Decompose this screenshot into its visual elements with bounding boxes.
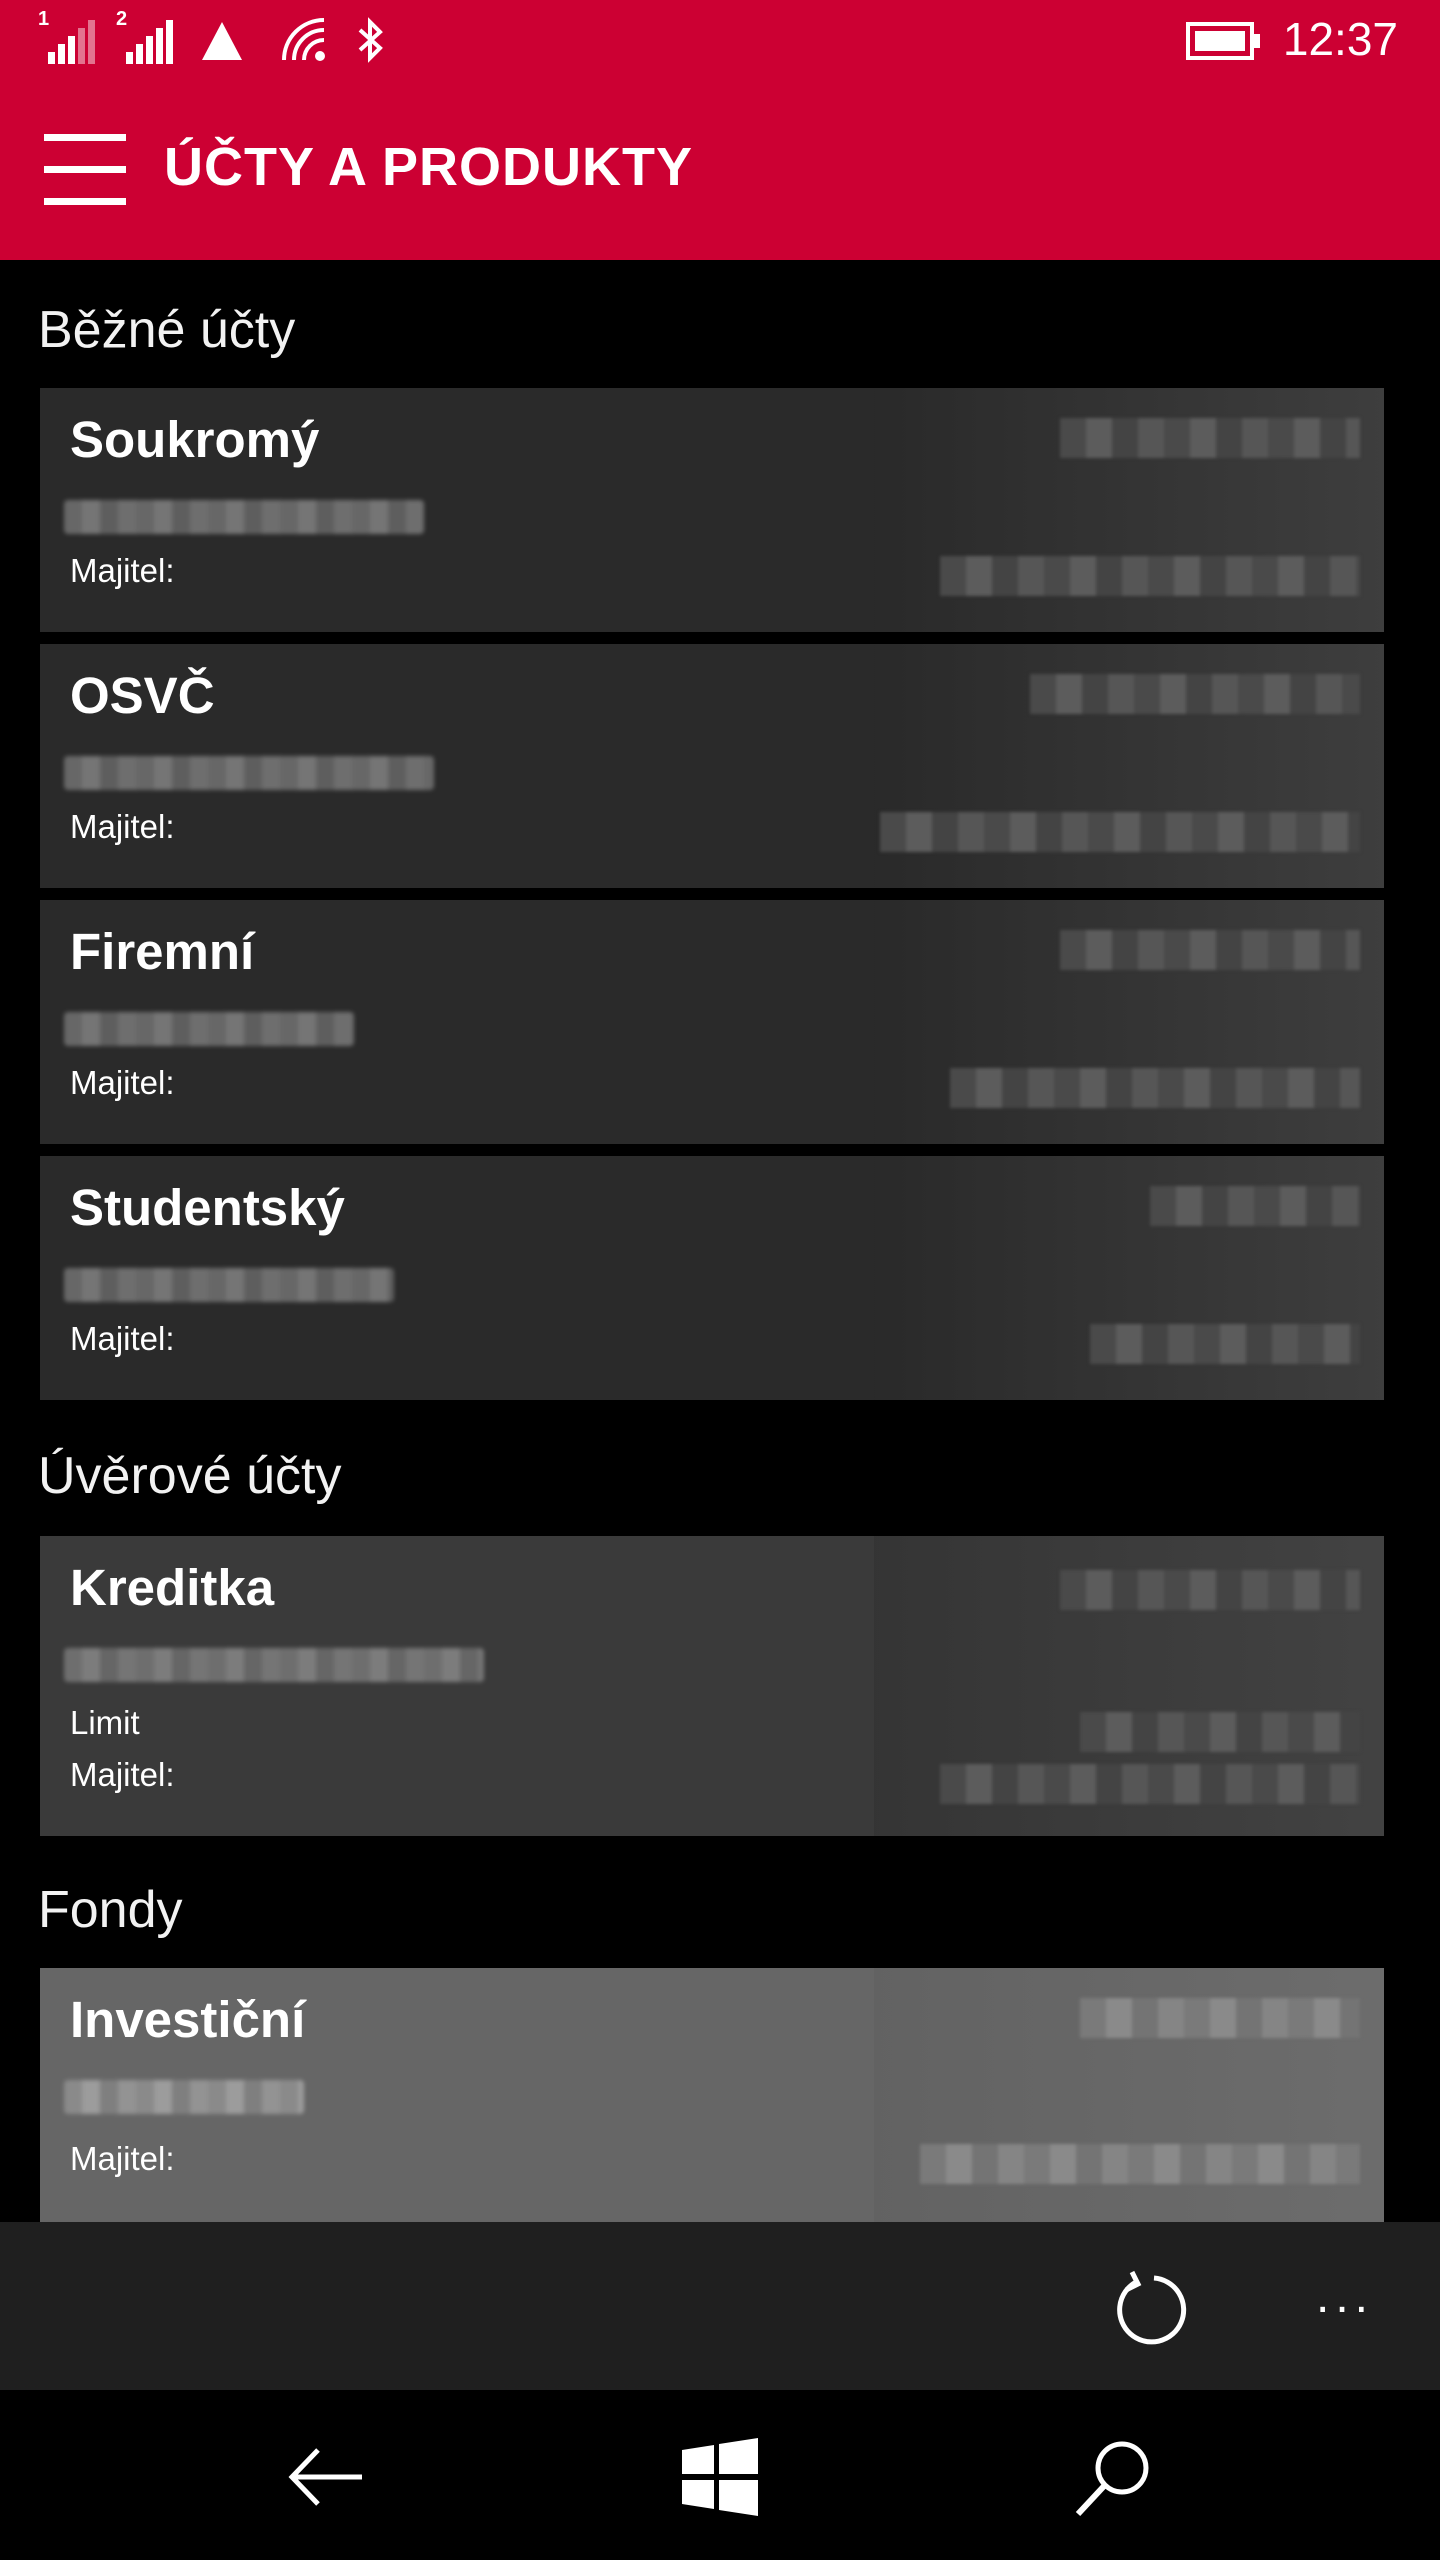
account-name: Kreditka	[70, 1559, 275, 1616]
owner-label: Majitel:	[70, 2140, 175, 2177]
accounts-list[interactable]: Běžné účty Soukromý Majitel: OSVČ Majite…	[0, 260, 1440, 2222]
balance-redacted	[874, 388, 1384, 632]
owner-label: Majitel:	[70, 1756, 175, 1793]
account-name: Studentský	[70, 1179, 345, 1236]
system-nav-bar	[0, 2390, 1440, 2560]
section-title-credit-accounts: Úvěrové účty	[38, 1447, 342, 1505]
data-triangle-icon	[202, 22, 242, 60]
status-bar: 1 2 12:37	[0, 0, 1440, 82]
balance-redacted	[874, 900, 1384, 1144]
status-time: 12:37	[1282, 13, 1398, 65]
windows-start-icon[interactable]	[674, 2432, 764, 2522]
balance-redacted	[874, 644, 1384, 888]
owner-label: Majitel:	[70, 808, 175, 845]
search-icon[interactable]	[1068, 2432, 1158, 2522]
balance-redacted	[874, 1536, 1384, 1836]
app-header: ÚČTY A PRODUKTY	[0, 82, 1440, 260]
owner-label: Majitel:	[70, 1064, 175, 1101]
account-card-studentsky[interactable]: Studentský Majitel:	[40, 1156, 1384, 1400]
limit-label: Limit	[70, 1704, 140, 1741]
account-card-kreditka[interactable]: Kreditka Limit Majitel:	[40, 1536, 1384, 1836]
account-name: Firemní	[70, 923, 255, 980]
account-name: Investiční	[70, 1991, 306, 2048]
refresh-icon[interactable]	[1112, 2270, 1192, 2350]
account-number-redacted	[64, 1648, 484, 1682]
account-card-osvc[interactable]: OSVČ Majitel:	[40, 644, 1384, 888]
account-number-redacted	[64, 756, 434, 790]
account-number-redacted	[64, 1012, 354, 1046]
section-title-current-accounts: Běžné účty	[38, 301, 296, 359]
account-number-redacted	[64, 1268, 394, 1302]
balance-redacted	[874, 1156, 1384, 1400]
section-title-funds: Fondy	[38, 1881, 183, 1939]
account-number-redacted	[64, 500, 424, 534]
back-arrow-icon[interactable]	[282, 2432, 372, 2522]
more-options-button[interactable]: ...	[1316, 2273, 1396, 2332]
balance-redacted	[874, 1968, 1384, 2222]
wifi-icon	[282, 18, 325, 61]
app-bar: ...	[0, 2222, 1440, 2390]
account-name: Soukromý	[70, 411, 320, 468]
account-card-investicni[interactable]: Investiční Majitel:	[40, 1968, 1384, 2222]
owner-label: Majitel:	[70, 552, 175, 589]
bluetooth-icon	[358, 17, 383, 63]
account-number-redacted	[64, 2080, 304, 2114]
account-card-soukromy[interactable]: Soukromý Majitel:	[40, 388, 1384, 632]
page-title: ÚČTY A PRODUKTY	[164, 137, 694, 197]
hamburger-menu-icon[interactable]	[44, 134, 126, 206]
battery-icon	[1186, 22, 1260, 60]
account-name: OSVČ	[70, 667, 215, 724]
owner-label: Majitel:	[70, 1320, 175, 1357]
account-card-firemni[interactable]: Firemní Majitel:	[40, 900, 1384, 1144]
